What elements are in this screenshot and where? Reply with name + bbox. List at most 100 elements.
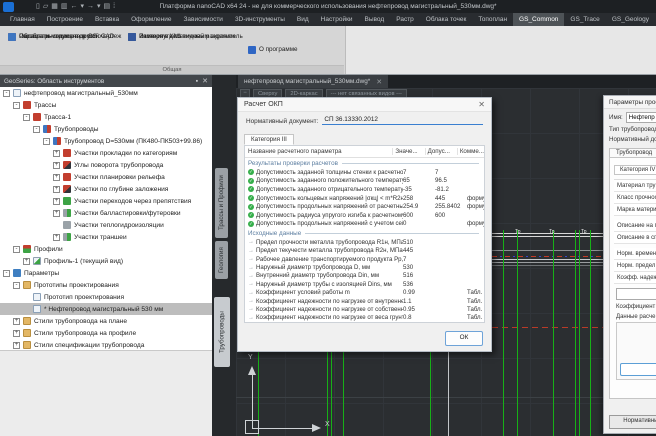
param-row[interactable]: Описание в сп	[614, 232, 656, 244]
ribbon-tab[interactable]: GS_Common	[513, 13, 564, 26]
input-row[interactable]: → Коэффициент условий работы m 0.99 Табл…	[245, 289, 484, 297]
coeff-input[interactable]	[616, 288, 656, 300]
tree-item[interactable]: + Участки балластировки/футеровки	[0, 207, 212, 219]
tree-item[interactable]: Прототип проектирования	[0, 291, 212, 303]
tree-expander[interactable]: +	[13, 318, 20, 325]
dialog-title-bar[interactable]: Расчет ОКП ✕	[238, 98, 491, 112]
tree-expander[interactable]: +	[53, 174, 60, 181]
document-tab[interactable]: нефтепровод магистральный_530мм.dwg* ✕	[238, 75, 388, 88]
tree-expander[interactable]: +	[13, 342, 20, 349]
input-row[interactable]: → Внутренний диаметр трубопровода Din, м…	[245, 272, 484, 280]
param-row[interactable]: Норм. предел	[614, 260, 656, 272]
tree-item[interactable]: + Участки траншеи	[0, 231, 212, 243]
tree-item[interactable]: - Трубопровод D=530мм (ПК480-ПК503+99.86…	[0, 135, 212, 147]
input-row[interactable]: → Коэффициент надежности по нагрузке от …	[245, 314, 484, 322]
ribbon-group-label[interactable]: Общая	[0, 65, 344, 74]
param-row[interactable]: Коэфф. надеж	[614, 272, 656, 284]
print-icon[interactable]: ▤	[104, 2, 111, 11]
open-file-icon[interactable]: ▱	[43, 2, 48, 11]
toolbar-overflow-icon[interactable]: ⁞	[113, 2, 115, 11]
ribbon-tab[interactable]: GS_Trace	[564, 13, 605, 26]
tree-item[interactable]: + Профиль-1 (текущий вид)	[0, 255, 212, 267]
redo-menu-icon[interactable]: ▾	[97, 2, 101, 11]
undo-menu-icon[interactable]: ▾	[81, 2, 85, 11]
tree-item[interactable]: - Прототипы проектирования	[0, 279, 212, 291]
tree-expander[interactable]: -	[13, 282, 20, 289]
ribbon-button[interactable]: Разобрать модель в другой чертеж	[8, 30, 121, 43]
input-row[interactable]: → Наружный диаметр трубы с изоляцией Din…	[245, 280, 484, 288]
ribbon-tab[interactable]: Оформление	[125, 13, 177, 26]
input-row[interactable]: → Наружный диаметр трубопровода D, мм 53…	[245, 263, 484, 271]
param-row[interactable]: Норм. временн	[614, 248, 656, 260]
pin-icon[interactable]: ▪	[196, 78, 198, 85]
ribbon-tab[interactable]: Главная	[4, 13, 41, 26]
ribbon-tab[interactable]: 3D-инструменты	[229, 13, 291, 26]
tree-item[interactable]: + Участки переходов через препятствия	[0, 195, 212, 207]
tree-item[interactable]: Участки теплогидроизоляции	[0, 219, 212, 231]
save-icon[interactable]: ▦	[51, 2, 58, 11]
save-as-icon[interactable]: ▥	[61, 2, 68, 11]
tree-item[interactable]: * Нефтепровод магистральный 530 мм	[0, 303, 212, 315]
tree-expander[interactable]: +	[53, 186, 60, 193]
tree-expander[interactable]: +	[53, 234, 60, 241]
col-limit[interactable]: Допус...	[425, 148, 457, 155]
tree-expander[interactable]: +	[53, 150, 60, 157]
result-row[interactable]: ✓ Допустимость кольцевых напряжений |σкц…	[245, 194, 484, 203]
ribbon-tab[interactable]: Настройки	[315, 13, 359, 26]
category4-tab[interactable]: Категория IV	[614, 165, 656, 175]
input-row[interactable]: → Предел прочности металла трубопровода …	[245, 238, 484, 246]
name-input[interactable]	[626, 112, 656, 123]
ribbon-tab[interactable]: Зависимости	[177, 13, 228, 26]
input-row[interactable]: → Коэффициент надежности по нагрузке от …	[245, 305, 484, 313]
tree-item[interactable]: + Стили трубопровода на профиле	[0, 327, 212, 339]
tree-item[interactable]: + Стили спецификации трубопровода	[0, 339, 212, 351]
tree-item[interactable]: - Трасса-1	[0, 111, 212, 123]
tree-expander[interactable]: -	[13, 102, 20, 109]
vertical-tab-geologiya[interactable]: Геология	[215, 241, 228, 279]
document-tab-close-icon[interactable]: ✕	[376, 78, 382, 86]
ribbon-tab[interactable]: Вставка	[89, 13, 125, 26]
undo-icon[interactable]: ←	[71, 2, 78, 11]
new-file-icon[interactable]: ▯	[36, 2, 40, 11]
tree-item[interactable]: - Параметры	[0, 267, 212, 279]
result-row[interactable]: ✓ Допустимость продольных напряжений от …	[245, 202, 484, 211]
tree-expander[interactable]: -	[23, 114, 30, 121]
ribbon-tab[interactable]: Топоплан	[472, 13, 513, 26]
tree-item[interactable]: - нефтепровод магистральный_530мм	[0, 87, 212, 99]
ok-button[interactable]: ОК	[445, 331, 483, 346]
tree-item[interactable]: + Стили трубопровода на плане	[0, 315, 212, 327]
tree-expander[interactable]: -	[3, 90, 10, 97]
tree-expander[interactable]: +	[23, 258, 30, 265]
tree-item[interactable]: - Трассы	[0, 99, 212, 111]
input-row[interactable]: → Предел текучести металла трубопровода …	[245, 247, 484, 255]
result-row[interactable]: ✓ Допустимость заданного отрицательного …	[245, 185, 484, 194]
normative-params-button[interactable]: Нормативные п	[609, 415, 656, 429]
tree-expander[interactable]: -	[3, 270, 10, 277]
redo-icon[interactable]: →	[87, 2, 94, 11]
result-row[interactable]: ✓ Допустимость заданной толщины стенки к…	[245, 168, 484, 177]
tree-item[interactable]: - Профили	[0, 243, 212, 255]
col-name[interactable]: Название расчетного параметра	[245, 148, 392, 155]
param-row[interactable]: Марка матери	[614, 204, 656, 216]
tree-item[interactable]: + Участки планировки рельефа	[0, 171, 212, 183]
param-row[interactable]: Класс прочнос	[614, 192, 656, 204]
tree-item[interactable]: - Трубопроводы	[0, 123, 212, 135]
dialog-close-icon[interactable]: ✕	[478, 101, 485, 109]
param-row[interactable]: Описание на пр	[614, 220, 656, 232]
ribbon-tab[interactable]: Вид	[291, 13, 315, 26]
ribbon-tab[interactable]: Растр	[390, 13, 420, 26]
param-row[interactable]: Материал труб	[614, 180, 656, 192]
ribbon-tab[interactable]: Вывод	[359, 13, 391, 26]
result-row[interactable]: ✓ Допустимость продольных напряжений с у…	[245, 220, 484, 229]
ribbon-tab[interactable]: Построение	[41, 13, 89, 26]
tree-item[interactable]: + Участки прокладки по категориям	[0, 147, 212, 159]
result-row[interactable]: ✓ Допустимость заданного положительного …	[245, 177, 484, 186]
result-row[interactable]: ✓ Допустимость радиуса упругого изгиба к…	[245, 211, 484, 220]
vertical-tab-trassy[interactable]: Трассы и Профили	[215, 168, 228, 238]
tree-expander[interactable]: -	[43, 138, 50, 145]
category-tab[interactable]: Категория III	[244, 134, 294, 145]
input-row[interactable]: → Коэффициент надежности по нагрузке от …	[245, 297, 484, 305]
panel-tab[interactable]: Трубопровод	[609, 148, 656, 157]
tree-expander[interactable]: +	[13, 330, 20, 337]
ribbon-tab[interactable]: GS_Geology	[606, 13, 655, 26]
